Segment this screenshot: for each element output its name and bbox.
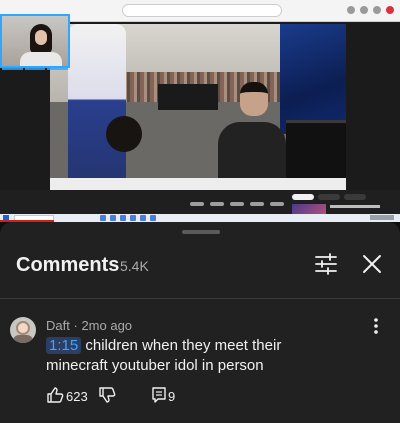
comments-title: Comments — [16, 254, 120, 276]
reply-count: 9 — [168, 389, 176, 404]
taskbar-app-icon — [120, 215, 126, 221]
taskbar-apps — [100, 215, 156, 221]
kebab-menu-icon — [374, 318, 378, 334]
video-action — [210, 202, 224, 206]
os-taskbar — [0, 214, 400, 222]
filter-chip — [344, 194, 366, 200]
comment-item: Daft · 2mo ago 1:15 children when they m… — [0, 306, 400, 423]
taskbar-app-icon — [150, 215, 156, 221]
event-screen — [280, 24, 346, 134]
video-action — [270, 202, 284, 206]
child-head — [106, 116, 142, 152]
comment-body: children when they meet their minecraft … — [46, 337, 282, 374]
video-player-frame — [50, 24, 346, 190]
video-screenshot — [0, 0, 400, 222]
thumbs-down-icon — [99, 387, 116, 403]
comment-options-button[interactable] — [364, 314, 388, 338]
comment-author[interactable]: Daft — [46, 318, 70, 333]
close-icon — [363, 255, 381, 273]
related-filter-chips — [292, 194, 366, 200]
like-button[interactable] — [46, 386, 64, 404]
avatar-body — [13, 335, 33, 343]
comments-header: Comments 5.4K — [0, 244, 400, 288]
video-action — [190, 202, 204, 206]
webcam-overlay — [0, 66, 70, 71]
header-divider — [0, 298, 400, 299]
taskbar-app-icon — [110, 215, 116, 221]
person-left — [68, 24, 126, 190]
filter-chip — [292, 194, 314, 200]
close-button[interactable] — [358, 250, 386, 278]
like-count: 623 — [66, 389, 88, 404]
extension-icon — [386, 6, 394, 14]
reply-button[interactable] — [150, 386, 168, 404]
comment-meta: Daft · 2mo ago — [46, 318, 132, 333]
timestamp-link[interactable]: 1:15 — [46, 337, 82, 354]
comments-count: 5.4K — [120, 258, 149, 274]
taskbar-clock — [370, 215, 394, 220]
comment-age: 2mo ago — [81, 318, 133, 333]
webcam-face — [35, 30, 47, 45]
person-center-head — [240, 82, 268, 116]
streamer-webcam — [0, 14, 70, 68]
overlay-bar — [47, 66, 69, 70]
video-actions — [190, 202, 284, 206]
video-action — [230, 202, 244, 206]
overlay-bar — [24, 66, 46, 70]
taskbar-app-icon — [100, 215, 106, 221]
sort-button[interactable] — [312, 250, 340, 278]
comment-text: 1:15 children when they meet their minec… — [46, 336, 346, 376]
taskbar-app-icon — [140, 215, 146, 221]
extension-icon — [373, 6, 381, 14]
filter-chip — [318, 194, 340, 200]
dislike-button[interactable] — [98, 386, 116, 404]
extension-icon — [360, 6, 368, 14]
stage — [158, 84, 218, 110]
meta-separator: · — [73, 318, 78, 333]
video-action — [250, 202, 264, 206]
overlay-bar — [2, 66, 23, 70]
reply-icon — [152, 387, 166, 403]
comments-sheet: Comments 5.4K Daft · 2mo ago 1:15 childr… — [0, 222, 400, 423]
browser-address-bar — [122, 4, 282, 17]
related-video-title — [330, 205, 380, 208]
thumbs-up-icon — [47, 387, 64, 403]
avatar[interactable] — [10, 317, 36, 343]
browser-extension-icons — [347, 6, 394, 14]
desk — [50, 178, 346, 190]
taskbar-app-icon — [130, 215, 136, 221]
sliders-icon — [315, 253, 337, 275]
monitor — [286, 120, 346, 178]
drag-handle[interactable] — [182, 230, 220, 234]
avatar-head — [16, 321, 30, 335]
extension-icon — [347, 6, 355, 14]
